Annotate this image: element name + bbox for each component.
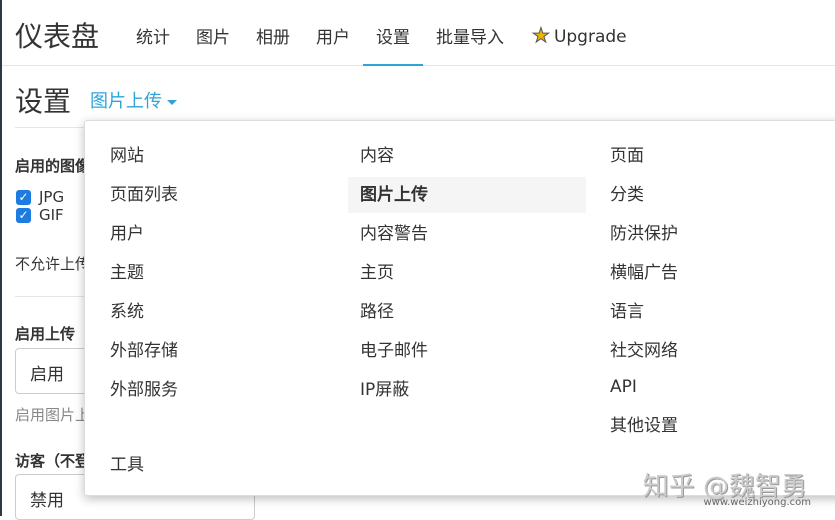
subsection-label: 图片上传 — [90, 91, 162, 112]
upgrade-label: Upgrade — [553, 27, 627, 47]
enabled-types-label: 启用的图像 — [15, 157, 91, 175]
brand-dashboard[interactable]: 仪表盘 — [15, 15, 99, 55]
menu-item-routes[interactable]: 路径 — [348, 297, 406, 327]
menu-item-social-networks[interactable]: 社交网络 — [598, 336, 690, 366]
checkbox-gif[interactable]: ✓ GIF — [16, 206, 64, 224]
menu-item-categories[interactable]: 分类 — [598, 180, 656, 210]
menu-item-external-storage[interactable]: 外部存储 — [98, 336, 190, 366]
enable-upload-label: 启用上传 — [15, 325, 76, 343]
menu-item-page-list[interactable]: 页面列表 — [98, 180, 190, 210]
check-icon: ✓ — [16, 207, 31, 223]
menu-item-tools[interactable]: 工具 — [98, 450, 156, 480]
menu-item-website[interactable]: 网站 — [98, 141, 156, 171]
nav-albums[interactable]: 相册 — [256, 23, 290, 66]
menu-item-homepage[interactable]: 主页 — [348, 258, 406, 288]
page-title: 设置 — [15, 85, 72, 118]
menu-item-system[interactable]: 系统 — [98, 297, 156, 327]
menu-item-content[interactable]: 内容 — [348, 141, 406, 171]
menu-item-language[interactable]: 语言 — [598, 297, 656, 327]
menu-item-api[interactable]: API — [598, 372, 649, 402]
menu-item-users[interactable]: 用户 — [98, 219, 156, 249]
nav-stats[interactable]: 统计 — [136, 23, 170, 66]
nav-upgrade[interactable]: ★ Upgrade — [532, 23, 627, 66]
check-icon: ✓ — [16, 189, 31, 205]
star-icon: ★ — [532, 23, 551, 48]
menu-item-pages[interactable]: 页面 — [598, 141, 656, 171]
checkbox-label: JPG — [39, 188, 65, 206]
watermark-url: www.weizhiyong.com — [703, 497, 811, 508]
subsection-dropdown[interactable]: 图片上传 — [90, 87, 177, 113]
checkbox-label: GIF — [39, 206, 64, 224]
menu-item-banners[interactable]: 横幅广告 — [598, 258, 690, 288]
menu-item-external-services[interactable]: 外部服务 — [98, 375, 190, 405]
checkbox-jpg[interactable]: ✓ JPG — [16, 188, 64, 206]
top-nav: 仪表盘 统计 图片 相册 用户 设置 批量导入 ★ Upgrade — [2, 0, 835, 66]
caret-down-icon — [167, 99, 177, 105]
menu-item-theme[interactable]: 主题 — [98, 258, 156, 288]
nav-bulk-import[interactable]: 批量导入 — [436, 23, 504, 66]
settings-dropdown-menu: 网站 页面列表 用户 主题 系统 外部存储 外部服务 工具 内容 图片上传 内容… — [84, 120, 835, 496]
disallow-text: 不允许上传 — [15, 255, 91, 273]
menu-item-flood-protection[interactable]: 防洪保护 — [598, 219, 690, 249]
nav-settings[interactable]: 设置 — [363, 23, 423, 66]
menu-item-content-warning[interactable]: 内容警告 — [348, 219, 440, 249]
menu-item-email[interactable]: 电子邮件 — [348, 336, 440, 366]
nav-users[interactable]: 用户 — [316, 23, 350, 66]
nav-images[interactable]: 图片 — [196, 23, 230, 66]
menu-item-ip-ban[interactable]: IP屏蔽 — [348, 375, 421, 405]
menu-item-other-settings[interactable]: 其他设置 — [598, 411, 690, 441]
menu-item-image-upload[interactable]: 图片上传 — [348, 177, 586, 213]
